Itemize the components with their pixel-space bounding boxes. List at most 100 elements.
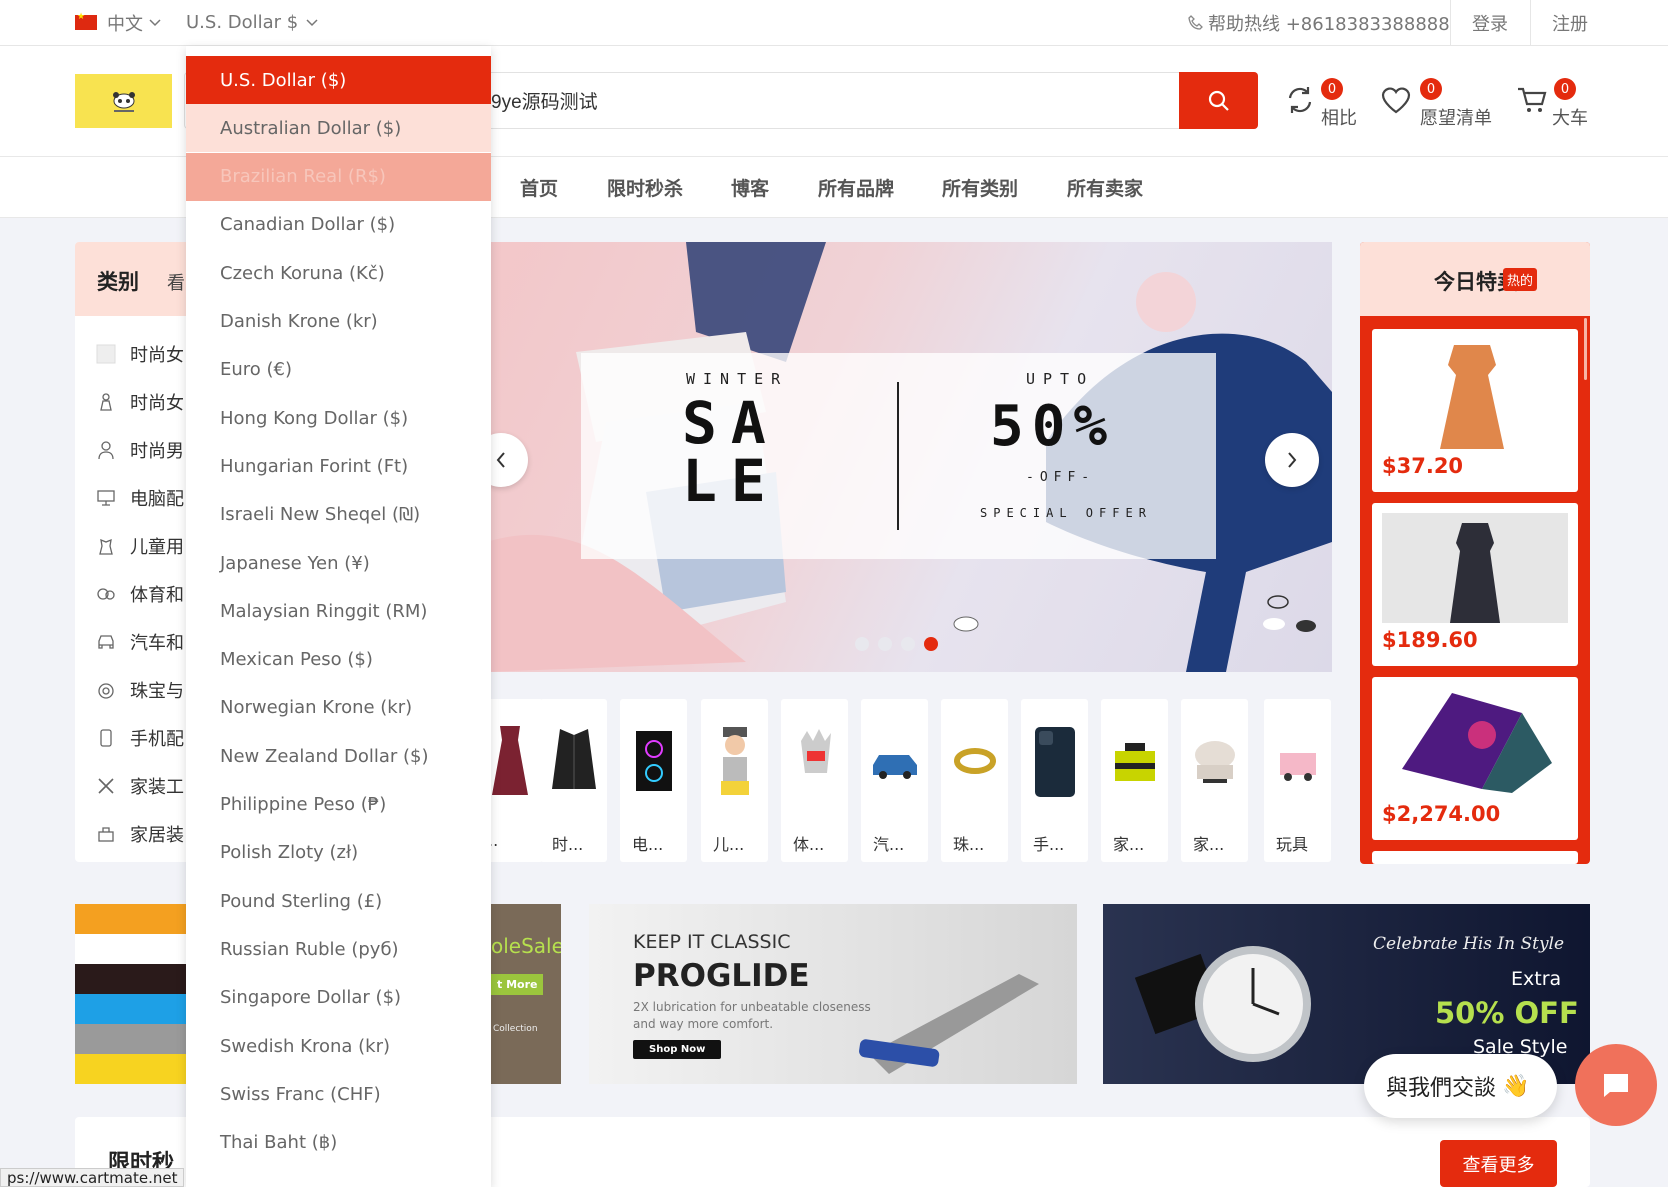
currency-option[interactable]: Swedish Krona (kr) — [186, 1022, 491, 1070]
category-card[interactable]: 玩具 — [1264, 699, 1331, 862]
china-flag-icon — [75, 12, 97, 30]
promo-banner-proglide[interactable]: KEEP IT CLASSIC PROGLIDE 2X lubrication … — [589, 904, 1077, 1084]
nav-home[interactable]: 首页 — [520, 174, 558, 201]
deal-card[interactable]: $189.60 — [1372, 503, 1578, 666]
category-label: 儿童用 — [130, 537, 184, 558]
currency-option[interactable]: Philippine Peso (₱) — [186, 781, 491, 829]
category-item[interactable]: 时尚男 — [96, 435, 184, 465]
phone-icon — [96, 728, 116, 748]
category-card-label: 家... — [1193, 835, 1225, 854]
category-card[interactable]: 家... — [1101, 699, 1168, 862]
jacket-image — [552, 729, 596, 789]
hotline[interactable]: 帮助热线 +8618383388888 — [1188, 0, 1450, 45]
heart-icon — [1381, 87, 1411, 114]
currency-switcher[interactable]: U.S. Dollar $ — [186, 0, 318, 45]
category-card[interactable]: 时... — [540, 699, 607, 862]
currency-option[interactable]: Canadian Dollar ($) — [186, 201, 491, 249]
razor-image — [859, 974, 1039, 1074]
nav-blog[interactable]: 博客 — [731, 174, 769, 201]
currency-option[interactable]: Japanese Yen (¥) — [186, 539, 491, 587]
category-item[interactable]: 体育和 — [96, 579, 184, 609]
currency-option[interactable]: Norwegian Krone (kr) — [186, 684, 491, 732]
view-all-link[interactable]: 看 — [167, 269, 185, 295]
nav-all-sellers[interactable]: 所有卖家 — [1067, 174, 1143, 201]
nav-all-categories[interactable]: 所有类别 — [942, 174, 1018, 201]
promo2-shop-now-button[interactable]: Shop Now — [633, 1040, 722, 1059]
hero-banner[interactable]: WINTER SA LE UPTO 50% -OFF- SPECIAL OFFE… — [486, 242, 1332, 672]
category-item[interactable]: 时尚女 — [96, 339, 184, 369]
cloud-icon — [953, 616, 979, 632]
category-item[interactable]: 时尚女 — [96, 387, 184, 417]
nav-flash-sale[interactable]: 限时秒杀 — [607, 174, 683, 201]
deals-scrollbar[interactable] — [1584, 318, 1587, 380]
currency-option[interactable]: U.S. Dollar ($) — [186, 56, 491, 104]
child-image — [721, 727, 749, 795]
currency-option[interactable]: Russian Ruble (руб) — [186, 925, 491, 973]
currency-option[interactable]: Malaysian Ringgit (RM) — [186, 587, 491, 635]
category-item[interactable]: 珠宝与 — [96, 675, 184, 705]
chat-bubble[interactable]: 與我們交談 👋 — [1364, 1054, 1557, 1118]
currency-option[interactable]: Hungarian Forint (Ft) — [186, 442, 491, 490]
language-switcher[interactable]: 中文 — [75, 0, 161, 45]
baby-icon — [96, 536, 116, 556]
category-item[interactable]: 家装工 — [96, 771, 184, 801]
divider — [1530, 0, 1531, 45]
slide-dot[interactable] — [878, 637, 892, 651]
category-card[interactable]: 体... — [781, 699, 848, 862]
deal-card[interactable]: $37.20 — [1372, 329, 1578, 492]
watch-image — [1134, 946, 1311, 1062]
search-button[interactable] — [1179, 72, 1258, 129]
promo1-button[interactable]: t More — [491, 974, 544, 995]
category-card[interactable]: 家... — [1181, 699, 1248, 862]
tshirt-stack-image — [75, 904, 195, 1084]
slide-dot-active[interactable] — [924, 637, 938, 651]
currency-option[interactable]: New Zealand Dollar ($) — [186, 732, 491, 780]
category-card[interactable]: 手... — [1021, 699, 1088, 862]
category-label: 珠宝与 — [130, 681, 184, 702]
orange-dress-image — [1440, 345, 1504, 449]
promo2-line2: PROGLIDE — [633, 958, 810, 994]
currency-option[interactable]: Swiss Franc (CHF) — [186, 1070, 491, 1118]
dress-image — [492, 726, 528, 795]
currency-option[interactable]: Israeli New Sheqel (₪) — [186, 491, 491, 539]
currency-option[interactable]: Czech Koruna (Kč) — [186, 249, 491, 297]
deal-card[interactable]: $2,274.00 — [1372, 677, 1578, 840]
currency-option[interactable]: Euro (€) — [186, 346, 491, 394]
currency-option[interactable]: Brazilian Real (R$) — [186, 152, 491, 201]
banner-percent: 50% — [990, 394, 1116, 459]
currency-option[interactable]: Thai Baht (฿) — [186, 1119, 491, 1167]
chevron-left-icon — [496, 452, 505, 468]
category-item[interactable]: 儿童用 — [96, 531, 184, 561]
category-item[interactable]: 汽车和 — [96, 627, 184, 657]
category-card[interactable]: 儿... — [701, 699, 768, 862]
category-item[interactable]: 手机配 — [96, 723, 184, 753]
compare-label: 相比 — [1321, 108, 1357, 129]
currency-option[interactable]: Mexican Peso ($) — [186, 636, 491, 684]
category-card[interactable]: 电... — [620, 699, 687, 862]
currency-option[interactable]: Australian Dollar ($) — [186, 104, 491, 153]
category-item[interactable]: 电脑配 — [96, 483, 184, 513]
site-logo[interactable] — [75, 74, 172, 128]
currency-option[interactable]: Danish Krone (kr) — [186, 298, 491, 346]
category-card-label: 珠... — [953, 835, 985, 854]
category-item[interactable]: 家居装 — [96, 819, 184, 849]
currency-option[interactable]: Hong Kong Dollar ($) — [186, 394, 491, 442]
category-card[interactable]: 汽... — [861, 699, 928, 862]
car-icon — [96, 632, 116, 652]
login-link[interactable]: 登录 — [1472, 0, 1508, 45]
register-link[interactable]: 注册 — [1552, 0, 1588, 45]
slide-dot[interactable] — [855, 637, 869, 651]
currency-option[interactable]: Polish Zloty (zł) — [186, 829, 491, 877]
category-card-label: 儿... — [713, 835, 745, 854]
nav-all-brands[interactable]: 所有品牌 — [818, 174, 894, 201]
slide-dot[interactable] — [901, 637, 915, 651]
currency-option[interactable]: Singapore Dollar ($) — [186, 974, 491, 1022]
chat-button[interactable] — [1575, 1044, 1657, 1126]
currency-option[interactable]: Pound Sterling (£) — [186, 877, 491, 925]
category-card[interactable]: 珠... — [941, 699, 1008, 862]
see-more-button[interactable]: 查看更多 — [1440, 1140, 1557, 1187]
banner-next-button[interactable] — [1265, 433, 1319, 487]
divider — [1450, 0, 1451, 45]
category-label: 手机配 — [130, 729, 184, 750]
deal-card[interactable] — [1372, 851, 1578, 864]
